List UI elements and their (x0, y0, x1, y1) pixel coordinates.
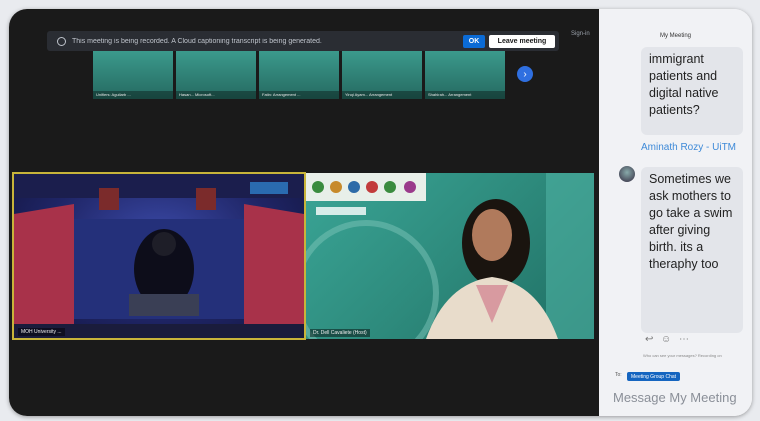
recording-banner: This meeting is being recorded. A Cloud … (47, 31, 559, 51)
presenter-scene (306, 173, 594, 339)
chat-message-input[interactable] (613, 386, 747, 408)
participant-name: Unifiers: Aguilarb ... (96, 92, 131, 97)
chat-message: immigrant patients and digital native pa… (641, 47, 743, 135)
participant-name: Shahirah... Arrangement (428, 92, 472, 97)
participant-thumbnail[interactable]: Hasan... Microsoft... (176, 51, 256, 99)
recording-text: This meeting is being recorded. A Cloud … (72, 37, 322, 45)
meeting-area: This meeting is being recorded. A Cloud … (9, 9, 599, 416)
emoji-reaction-icon[interactable]: ☺ (661, 334, 671, 345)
chat-panel: My Meeting immigrant patients and digita… (599, 9, 752, 416)
participant-name: Hasan... Microsoft... (179, 92, 215, 97)
participant-name: Fatin: Arrangement ... (262, 92, 301, 97)
chat-title: My Meeting (659, 33, 691, 39)
participant-strip: Unifiers: Aguilarb ... Hasan... Microsof… (93, 51, 505, 99)
participant-thumbnail[interactable]: Fatin: Arrangement ... (259, 51, 339, 99)
next-page-arrow-icon[interactable]: › (517, 66, 533, 82)
participant-name: Yinqi Ayam... Arrangement (345, 92, 393, 97)
chat-sender-name: Aminath Rozy - UiTM (641, 142, 737, 153)
participant-thumbnail[interactable]: Unifiers: Aguilarb ... (93, 51, 173, 99)
app-window: This meeting is being recorded. A Cloud … (9, 9, 752, 416)
avatar (619, 166, 635, 182)
more-options-icon[interactable]: ⋯ (679, 334, 689, 345)
stage-scene (14, 174, 304, 338)
to-label: To: (615, 372, 622, 378)
chat-message: Sometimes we ask mothers to go take a sw… (641, 167, 743, 333)
ok-button[interactable]: OK (463, 34, 485, 48)
leave-meeting-button[interactable]: Leave meeting (489, 34, 555, 48)
reply-icon[interactable]: ↩ (645, 334, 653, 345)
record-icon (57, 36, 66, 46)
video-name-label: Dr. Dell Cavaliete (Host) (310, 329, 370, 337)
video-name-label: MOH University ... (18, 328, 65, 336)
sign-in-link[interactable]: Sign-in (571, 31, 590, 37)
video-tile-speaker[interactable]: MOH University ... (12, 172, 306, 340)
participant-thumbnail[interactable]: Yinqi Ayam... Arrangement (342, 51, 422, 99)
recipient-select-button[interactable]: Meeting Group Chat (627, 372, 681, 381)
participant-thumbnail[interactable]: Shahirah... Arrangement (425, 51, 505, 99)
video-tile-presenter[interactable]: Dr. Dell Cavaliete (Host) (306, 173, 594, 339)
chat-visibility-note[interactable]: Who can see your messages? Recording on (643, 353, 722, 358)
